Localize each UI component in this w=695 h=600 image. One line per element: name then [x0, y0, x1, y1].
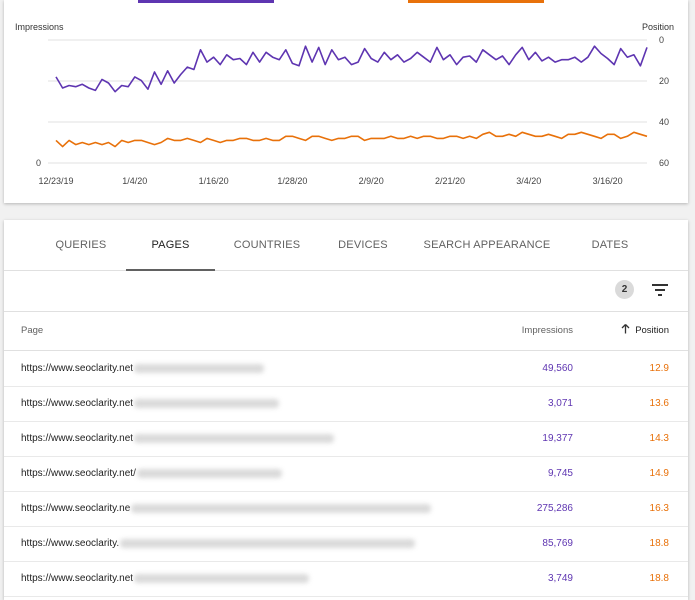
x-axis-tick-label: 12/23/19 [38, 176, 73, 186]
position-cell: 18.8 [649, 573, 669, 584]
tab-devices[interactable]: DEVICES [328, 220, 398, 270]
right-axis-tick-label: 0 [659, 35, 664, 45]
performance-chart-card: Impressions Position 0 20 40 60 0 12/23/19 1/4… [4, 0, 688, 203]
position-cell: 14.9 [649, 468, 669, 479]
right-axis-tick-label: 40 [659, 117, 669, 127]
impressions-cell: 9,745 [547, 468, 573, 479]
redacted-url-path [131, 503, 432, 513]
column-header-impressions[interactable]: Impressions [522, 312, 573, 350]
tab-pages[interactable]: PAGES [126, 220, 215, 271]
line-chart[interactable]: 0 20 40 60 0 12/23/19 1/4/20 1/16/20 1/28/20 2/9/… [4, 0, 688, 200]
right-axis-tick-label: 20 [659, 76, 669, 86]
column-header-page[interactable]: Page [21, 312, 43, 350]
redacted-url-path [120, 538, 416, 548]
tab-queries[interactable]: QUERIES [44, 220, 118, 270]
active-filter-count-badge[interactable]: 2 [615, 280, 634, 299]
page-url: https://www.seoclarity.ne [21, 503, 131, 514]
position-cell: 12.9 [649, 363, 669, 374]
page-url-cell[interactable]: https://www.seoclarity.net [21, 351, 265, 386]
redacted-url-path [134, 573, 310, 583]
page-url-cell[interactable]: https://www.seoclarity.net [21, 421, 335, 456]
column-header-position[interactable]: Position [621, 312, 669, 350]
table-row[interactable]: https://www.seoclarity.ne 275,286 16.3 [4, 491, 688, 527]
x-axis-tick-label: 2/9/20 [359, 176, 384, 186]
redacted-url-path [136, 468, 282, 478]
x-axis-tick-label: 1/16/20 [199, 176, 229, 186]
position-header-label: Position [635, 325, 669, 336]
report-table-card: QUERIES PAGES COUNTRIES DEVICES SEARCH A… [4, 220, 688, 600]
position-cell: 16.3 [649, 503, 669, 514]
impressions-cell: 3,749 [547, 573, 573, 584]
x-axis-tick-label: 3/4/20 [516, 176, 541, 186]
dimension-tabs: QUERIES PAGES COUNTRIES DEVICES SEARCH A… [4, 220, 688, 271]
page-url: https://www.seoclarity.net [21, 433, 134, 444]
tab-search-appearance[interactable]: SEARCH APPEARANCE [422, 220, 552, 270]
page-url: https://www.seoclarity.net/ [21, 468, 136, 479]
x-axis-tick-label: 1/4/20 [122, 176, 147, 186]
table-row[interactable]: https://www.seoclarity.net 19,377 14.3 [4, 421, 688, 457]
table-row[interactable]: https://www.seoclarity.net/9,745 14.9 [4, 456, 688, 492]
table-row[interactable]: https://www.seoclarity. 85,769 18.8 [4, 526, 688, 562]
filter-toolbar: 2 [4, 271, 688, 312]
x-axis-tick-label: 2/21/20 [435, 176, 465, 186]
table-row[interactable]: https://www.seoclarity.net 49,560 12.9 [4, 351, 688, 387]
position-series-line[interactable] [55, 131, 648, 148]
page-url-cell[interactable]: https://www.seoclarity.net [21, 386, 280, 421]
page-url: https://www.seoclarity.net [21, 363, 134, 374]
page-url-cell[interactable]: https://www.seoclarity.ne [21, 491, 432, 526]
impressions-series-line[interactable] [55, 45, 648, 93]
tab-dates[interactable]: DATES [582, 220, 638, 270]
arrow-up-icon [621, 324, 630, 334]
redacted-url-path [134, 363, 265, 373]
page-url: https://www.seoclarity.net [21, 573, 134, 584]
impressions-cell: 3,071 [547, 398, 573, 409]
impressions-cell: 275,286 [536, 503, 573, 514]
page-url: https://www.seoclarity. [21, 538, 120, 549]
impressions-cell: 49,560 [542, 363, 573, 374]
position-cell: 18.8 [649, 538, 669, 549]
page-url-cell[interactable]: https://www.seoclarity. [21, 526, 416, 561]
position-cell: 13.6 [649, 398, 669, 409]
tab-countries[interactable]: COUNTRIES [230, 220, 304, 270]
filter-list-icon[interactable] [651, 282, 669, 298]
table-row[interactable]: https://www.seoclarity.net 3,071 13.6 [4, 386, 688, 422]
redacted-url-path [134, 433, 335, 443]
page-url-cell[interactable]: https://www.seoclarity.net/ [21, 456, 282, 491]
page-url-cell[interactable]: https://www.seoclarity.net [21, 561, 310, 596]
x-axis-tick-label: 3/16/20 [593, 176, 623, 186]
table-row[interactable]: https://www.seoclarity.net 3,749 18.8 [4, 561, 688, 597]
impressions-cell: 85,769 [542, 538, 573, 549]
table-header: Page Impressions Position [4, 312, 688, 351]
impressions-cell: 19,377 [542, 433, 573, 444]
page-url: https://www.seoclarity.net [21, 398, 134, 409]
x-axis-tick-label: 1/28/20 [277, 176, 307, 186]
redacted-url-path [134, 398, 280, 408]
position-cell: 14.3 [649, 433, 669, 444]
right-axis-tick-label: 60 [659, 158, 669, 168]
left-axis-tick-label: 0 [36, 158, 41, 168]
